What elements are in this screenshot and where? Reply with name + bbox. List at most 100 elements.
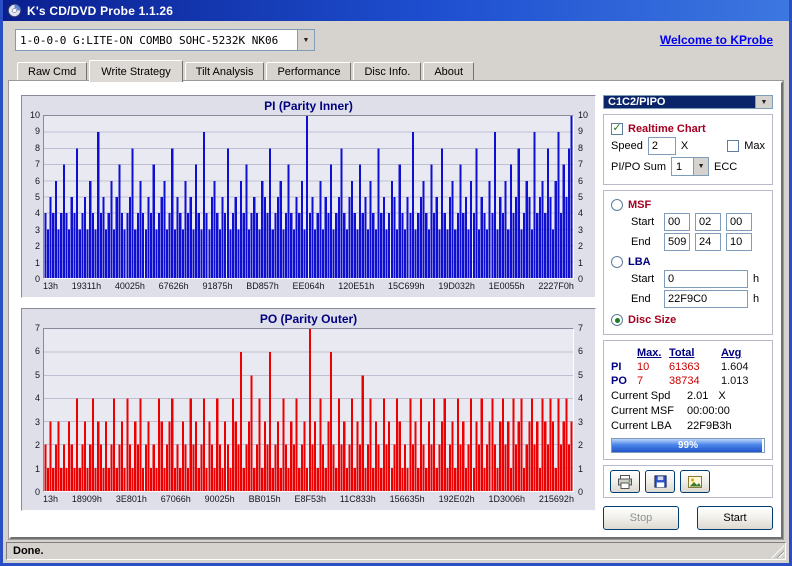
stats-po-total: 38734 <box>669 375 700 387</box>
chevron-down-icon[interactable]: ▼ <box>755 96 772 108</box>
stats-pi-total: 61363 <box>669 361 700 373</box>
msf-label: MSF <box>628 199 652 211</box>
current-spd-value: 2.01 <box>687 390 709 402</box>
mode-select[interactable]: C1C2/PIPO ▼ <box>603 95 773 109</box>
stats-header-avg: Avg <box>721 347 742 359</box>
current-spd-unit: X <box>718 390 726 402</box>
drive-select-value: 1-0-0-0 G:LITE-ON COMBO SOHC-5232K NK06 <box>20 33 279 47</box>
max-label: Max <box>744 140 765 152</box>
pipo-sum-value: 1 <box>676 160 683 173</box>
lba-end-unit: h <box>753 293 760 305</box>
pi-chart-yaxis-left: 0 1 2 3 4 5 6 7 8 9 10 <box>29 110 40 284</box>
po-chart-xaxis: 13h 18909h 3E801h 67066h 90025h BB015h E8F53h 1… <box>43 494 574 504</box>
welcome-link[interactable]: Welcome to KProbe <box>660 33 773 47</box>
msf-start-input[interactable] <box>695 213 721 231</box>
speed-unit-label: X <box>680 140 689 152</box>
app-window: K's CD/DVD Probe 1.1.26 1-0-0-0 G:LITE-O… <box>0 0 792 566</box>
current-lba-label: Current LBA <box>611 420 672 432</box>
msf-end-input[interactable] <box>726 233 752 251</box>
current-msf-label: Current MSF <box>611 405 674 417</box>
msf-start-input[interactable] <box>664 213 690 231</box>
chevron-down-icon[interactable]: ▼ <box>297 30 314 50</box>
chevron-down-icon[interactable]: ▼ <box>693 158 709 175</box>
msf-radio[interactable] <box>611 199 623 211</box>
stats-panel: Max. Total Avg PI 10 61363 1.604 PO 7 38… <box>603 340 773 460</box>
progress-bar: 99% <box>611 438 765 453</box>
disc-size-radio[interactable] <box>611 314 623 326</box>
stats-pi-label: PI <box>611 361 622 373</box>
toolbar: 1-0-0-0 G:LITE-ON COMBO SOHC-5232K NK06 … <box>3 21 789 59</box>
pipo-sum-select[interactable]: 1 ▼ <box>671 157 710 176</box>
current-lba-value: 22F9B3h <box>687 420 732 432</box>
po-chart-title: PO (Parity Outer) <box>259 312 358 326</box>
po-chart: PO (Parity Outer) 01234567 01234567 13h 1… <box>21 308 596 511</box>
pi-chart-title: PI (Parity Inner) <box>264 99 353 113</box>
tab-raw-cmd[interactable]: Raw Cmd <box>17 62 88 81</box>
progress-text: 99% <box>677 440 698 451</box>
realtime-chart-checkbox[interactable]: ✓ <box>611 123 623 135</box>
pi-chart-yaxis-right: 0 1 2 3 4 5 6 7 8 9 10 <box>578 110 589 284</box>
msf-end-input[interactable] <box>695 233 721 251</box>
speed-label: Speed <box>611 140 643 152</box>
lba-radio[interactable] <box>611 256 623 268</box>
mode-select-value: C1C2/PIPO <box>604 96 755 108</box>
chart-options-group: ✓ Realtime Chart Speed X Max PI/PO Sum 1… <box>603 114 773 185</box>
pi-chart-plot <box>43 115 574 279</box>
range-group: MSF Start End LBA <box>603 190 773 335</box>
stats-po-avg: 1.013 <box>721 375 749 387</box>
tab-bar: Raw Cmd Write Strategy Tilt Analysis Per… <box>3 59 789 82</box>
msf-start-input[interactable] <box>726 213 752 231</box>
charts-column: PI (Parity Inner) 0 1 2 3 4 5 6 7 8 9 10 012345678… <box>21 95 596 527</box>
lba-end-input[interactable] <box>664 290 748 308</box>
stats-po-max: 7 <box>637 375 644 387</box>
tab-disc-info[interactable]: Disc Info. <box>353 62 422 81</box>
msf-start-label: Start <box>631 216 655 228</box>
drive-select[interactable]: 1-0-0-0 G:LITE-ON COMBO SOHC-5232K NK06 … <box>15 29 315 51</box>
save-button[interactable] <box>645 470 675 493</box>
stats-header-total: Total <box>669 347 695 359</box>
ecc-label: ECC <box>714 160 738 173</box>
pipo-sum-label: PI/PO Sum <box>611 160 667 173</box>
lba-start-unit: h <box>753 273 760 285</box>
image-icon <box>688 475 702 488</box>
tab-write-strategy[interactable]: Write Strategy <box>89 60 183 82</box>
save-icon <box>653 475 667 488</box>
export-toolbar <box>603 465 773 498</box>
tab-performance[interactable]: Performance <box>266 62 352 81</box>
export-image-button[interactable] <box>680 470 710 493</box>
po-chart-yaxis-left: 01234567 <box>34 323 40 497</box>
po-chart-yaxis-right: 01234567 <box>578 323 584 497</box>
window-title: K's CD/DVD Probe 1.1.26 <box>27 3 174 18</box>
lba-start-input[interactable] <box>664 270 748 288</box>
stats-po-label: PO <box>611 375 627 387</box>
run-controls: Stop Start <box>603 506 773 530</box>
current-spd-label: Current Spd <box>611 390 671 402</box>
pi-chart: PI (Parity Inner) 0 1 2 3 4 5 6 7 8 9 10 012345678… <box>21 95 596 298</box>
pi-chart-xaxis: 13h 19311h 40025h 67626h 91875h BD857h EE064h 1… <box>43 281 574 291</box>
tab-tilt-analysis[interactable]: Tilt Analysis <box>184 62 265 81</box>
stats-header-max: Max. <box>637 347 662 359</box>
resize-grip[interactable] <box>771 545 784 558</box>
tab-about[interactable]: About <box>423 62 475 81</box>
realtime-chart-label: Realtime Chart <box>628 123 706 135</box>
max-speed-checkbox[interactable] <box>727 140 740 152</box>
lba-label: LBA <box>628 256 651 268</box>
status-bar: Done. <box>3 539 789 563</box>
speed-input[interactable] <box>647 137 676 155</box>
msf-end-input[interactable] <box>664 233 690 251</box>
control-sidebar: C1C2/PIPO ▼ ✓ Realtime Chart Speed X Max… <box>603 95 773 530</box>
stop-button[interactable]: Stop <box>603 506 679 530</box>
printer-icon <box>618 474 632 489</box>
msf-end-label: End <box>631 236 651 248</box>
title-bar: K's CD/DVD Probe 1.1.26 <box>3 0 789 21</box>
current-msf-value: 00:00:00 <box>687 405 730 417</box>
start-button[interactable]: Start <box>697 506 773 530</box>
app-icon <box>7 3 22 18</box>
lba-start-label: Start <box>631 273 655 285</box>
lba-end-label: End <box>631 293 651 305</box>
po-chart-plot <box>43 328 574 492</box>
disc-size-label: Disc Size <box>628 314 677 326</box>
stats-pi-max: 10 <box>637 361 650 373</box>
print-button[interactable] <box>610 470 640 493</box>
tab-page-write-strategy: PI (Parity Inner) 0 1 2 3 4 5 6 7 8 9 10 012345678… <box>8 80 784 540</box>
